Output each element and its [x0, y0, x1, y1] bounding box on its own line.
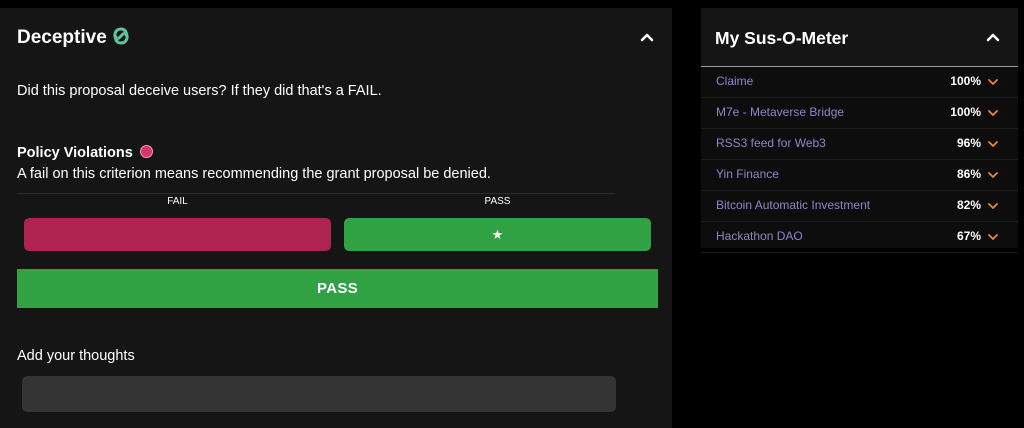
- thoughts-input[interactable]: [22, 376, 616, 412]
- deceptive-question: Did this proposal deceive users? If they…: [17, 83, 382, 99]
- thoughts-label: Add your thoughts: [17, 348, 135, 364]
- selected-star-icon: ★: [491, 226, 504, 242]
- sus-meter-item[interactable]: RSS3 feed for Web3 96%: [701, 129, 1018, 160]
- sus-meter-title: My Sus-O-Meter: [715, 28, 849, 48]
- sus-meter-item-name: M7e - Metaverse Bridge: [716, 105, 845, 119]
- sus-meter-item-name: Bitcoin Automatic Investment: [716, 198, 871, 212]
- sus-meter-item[interactable]: Yin Finance 86%: [701, 160, 1018, 191]
- chevron-down-icon[interactable]: [987, 231, 999, 243]
- sus-meter-item[interactable]: M7e - Metaverse Bridge 100%: [701, 98, 1018, 129]
- sus-meter-item-percent: 86%: [956, 167, 981, 181]
- sus-meter-item[interactable]: Hackathon DAO 67%: [701, 222, 1018, 253]
- deceptive-header[interactable]: Deceptive: [0, 8, 672, 64]
- sus-meter-item-percent: 100%: [950, 74, 981, 88]
- divider: [17, 193, 615, 194]
- collapse-deceptive-button[interactable]: [637, 27, 657, 47]
- sus-meter-panel: My Sus-O-Meter Claime 100% M7e - Metaver…: [701, 8, 1018, 253]
- sus-meter-item-percent: 96%: [956, 136, 981, 150]
- chevron-up-icon: [986, 33, 1000, 42]
- sus-meter-item-percent: 100%: [950, 105, 981, 119]
- pass-button[interactable]: ★: [344, 218, 651, 251]
- chevron-down-icon[interactable]: [987, 76, 999, 88]
- fail-button[interactable]: [24, 218, 331, 251]
- chevron-down-icon[interactable]: [987, 169, 999, 181]
- policy-violations-title: Policy Violations: [17, 145, 133, 161]
- collapse-sus-meter-button[interactable]: [983, 27, 1003, 47]
- link-loop-icon: [111, 26, 131, 46]
- result-banner: PASS: [17, 269, 658, 308]
- chevron-down-icon[interactable]: [987, 138, 999, 150]
- policy-status-dot: [140, 145, 153, 158]
- result-text: PASS: [317, 280, 358, 297]
- sus-meter-item-name: Hackathon DAO: [716, 229, 803, 243]
- chevron-down-icon[interactable]: [987, 200, 999, 212]
- sus-meter-item[interactable]: Claime 100%: [701, 67, 1018, 98]
- sus-meter-item[interactable]: Bitcoin Automatic Investment 82%: [701, 191, 1018, 222]
- sus-meter-item-name: Yin Finance: [716, 167, 779, 181]
- pass-label: PASS: [484, 196, 511, 207]
- sus-meter-header[interactable]: My Sus-O-Meter: [701, 8, 1018, 67]
- deceptive-panel: Deceptive Did this proposal deceive user…: [0, 8, 672, 428]
- sus-meter-item-percent: 82%: [956, 198, 981, 212]
- sus-meter-item-percent: 67%: [956, 229, 981, 243]
- fail-label: FAIL: [167, 196, 188, 207]
- sus-meter-item-name: Claime: [716, 74, 754, 88]
- policy-description: A fail on this criterion means recommend…: [17, 166, 491, 182]
- chevron-down-icon[interactable]: [987, 107, 999, 119]
- sus-meter-item-name: RSS3 feed for Web3: [716, 136, 826, 150]
- panel-title: Deceptive: [17, 27, 107, 48]
- sus-meter-list: Claime 100% M7e - Metaverse Bridge 100% …: [701, 67, 1018, 253]
- chevron-up-icon: [640, 33, 654, 42]
